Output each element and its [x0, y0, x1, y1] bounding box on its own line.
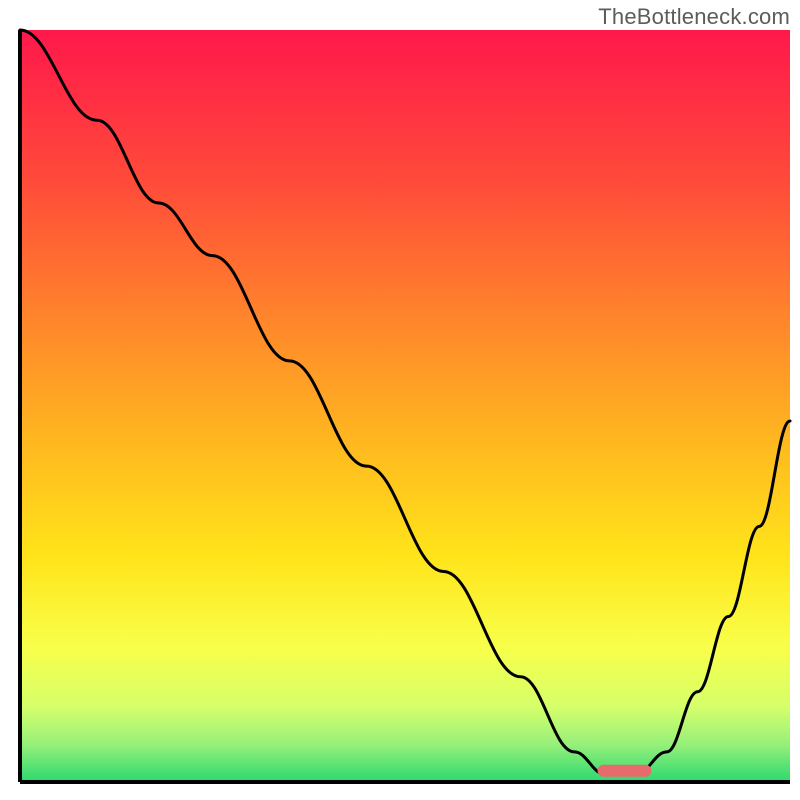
bottleneck-chart: [0, 0, 800, 800]
chart-container: { "watermark": "TheBottleneck.com", "cha…: [0, 0, 800, 800]
sweet-spot-marker: [598, 765, 652, 777]
gradient-background: [20, 30, 790, 782]
